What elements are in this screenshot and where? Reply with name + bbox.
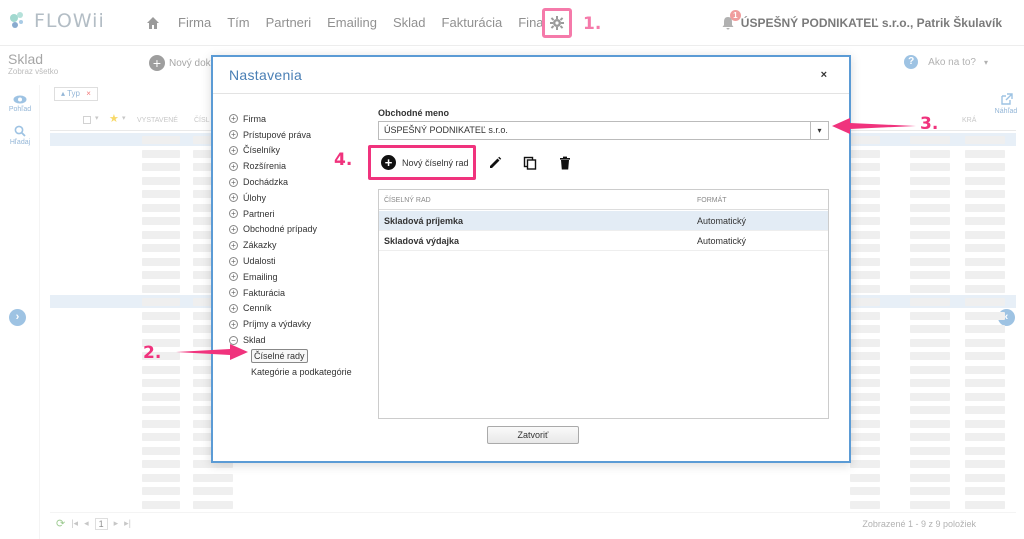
arrow-pointer-3 <box>832 118 916 134</box>
close-icon[interactable]: × <box>821 69 827 81</box>
tree-item-prijmy-a-vydavky[interactable]: + Príjmy a výdavky <box>229 316 352 332</box>
expand-icon[interactable]: + <box>229 303 238 313</box>
expand-icon[interactable]: + <box>229 161 238 171</box>
tree-item-label: Partneri <box>243 208 275 219</box>
settings-dialog: Nastavenia × + Firma + Prístupové práva + Č… <box>211 55 851 463</box>
tree-item-zakazky[interactable]: + Zákazky <box>229 237 352 253</box>
copy-icon[interactable] <box>523 156 537 170</box>
tree-item-label: Emailing <box>243 271 278 282</box>
tree-item-label: Obchodné prípady <box>243 224 318 235</box>
tree-item-label: Fakturácia <box>243 287 286 298</box>
divider <box>213 93 849 94</box>
tree-item-label: Rozšírenia <box>243 161 287 172</box>
row-format: Automatický <box>697 236 747 246</box>
plus-icon: + <box>381 155 396 170</box>
table-row[interactable]: Skladová príjemka Automatický <box>379 211 828 231</box>
tree-item-label: Úlohy <box>243 192 267 203</box>
trash-icon[interactable] <box>558 156 572 170</box>
company-select-value: ÚSPEŠNÝ PODNIKATEĽ s.r.o. <box>384 125 508 135</box>
annotation-4: 4. <box>334 150 353 170</box>
annotation-2: 2. <box>143 343 162 363</box>
new-series-label: Nový číselný rad <box>402 157 469 168</box>
expand-icon[interactable]: + <box>229 193 238 203</box>
arrow-pointer-2 <box>176 344 248 360</box>
expand-icon[interactable]: + <box>229 319 238 329</box>
tree-item-label: Prístupové práva <box>243 129 312 140</box>
annotation-3: 3. <box>920 114 939 134</box>
caret-down-icon[interactable]: ▾ <box>810 122 828 139</box>
column-number-series[interactable]: ČÍSELNÝ RAD <box>384 197 431 204</box>
tree-item-label: Cenník <box>243 303 272 314</box>
expand-icon[interactable]: + <box>229 145 238 155</box>
tree-item-emailing[interactable]: + Emailing <box>229 269 352 285</box>
dialog-title: Nastavenia <box>229 67 303 83</box>
tree-item-label: Firma <box>243 113 266 124</box>
table-row[interactable]: Skladová výdajka Automatický <box>379 231 828 251</box>
tree-subitem-label: Číselné rady <box>251 348 308 363</box>
column-format[interactable]: FORMÁT <box>697 197 727 204</box>
tree-item-label: Zákazky <box>243 240 277 251</box>
expand-icon[interactable]: + <box>229 288 238 298</box>
pencil-icon[interactable] <box>488 156 502 170</box>
tree-item-label: Udalosti <box>243 256 276 267</box>
tree-item-label: Dochádzka <box>243 177 289 188</box>
grid-header: ČÍSELNÝ RAD FORMÁT <box>379 190 828 210</box>
company-select[interactable]: ÚSPEŠNÝ PODNIKATEĽ s.r.o. ▾ <box>378 121 829 140</box>
expand-icon[interactable]: + <box>229 256 238 266</box>
tree-item-ulohy[interactable]: + Úlohy <box>229 190 352 206</box>
tree-item-dochadzka[interactable]: + Dochádzka <box>229 174 352 190</box>
tree-item-partneri[interactable]: + Partneri <box>229 206 352 222</box>
new-series-button[interactable]: + Nový číselný rad <box>368 145 476 180</box>
number-series-grid: ČÍSELNÝ RAD FORMÁT Skladová príjemka Aut… <box>378 189 829 419</box>
row-format: Automatický <box>697 216 747 226</box>
tree-item-firma[interactable]: + Firma <box>229 111 352 127</box>
expand-icon[interactable]: + <box>229 130 238 140</box>
expand-icon[interactable]: + <box>229 240 238 250</box>
tree-item-cennik[interactable]: + Cenník <box>229 301 352 317</box>
tree-subitem-label: Kategórie a podkategórie <box>251 366 352 377</box>
expand-icon[interactable]: + <box>229 209 238 219</box>
tree-item-label: Príjmy a výdavky <box>243 319 312 330</box>
tree-item-label: Číselníky <box>243 145 281 156</box>
tree-subitem-kategorie[interactable]: Kategórie a podkategórie <box>229 364 352 380</box>
expand-icon[interactable]: + <box>229 224 238 234</box>
tree-item-pristupove-prava[interactable]: + Prístupové práva <box>229 127 352 143</box>
close-button[interactable]: Zatvoriť <box>487 426 579 444</box>
expand-icon[interactable]: + <box>229 177 238 187</box>
tree-item-fakturacia[interactable]: + Fakturácia <box>229 285 352 301</box>
tree-item-udalosti[interactable]: + Udalosti <box>229 253 352 269</box>
expand-icon[interactable]: + <box>229 114 238 124</box>
expand-icon[interactable]: + <box>229 272 238 282</box>
row-name: Skladová výdajka <box>384 236 460 246</box>
row-name: Skladová príjemka <box>384 216 464 226</box>
tree-item-obchodne-pripady[interactable]: + Obchodné prípady <box>229 222 352 238</box>
company-label: Obchodné meno <box>378 108 450 118</box>
